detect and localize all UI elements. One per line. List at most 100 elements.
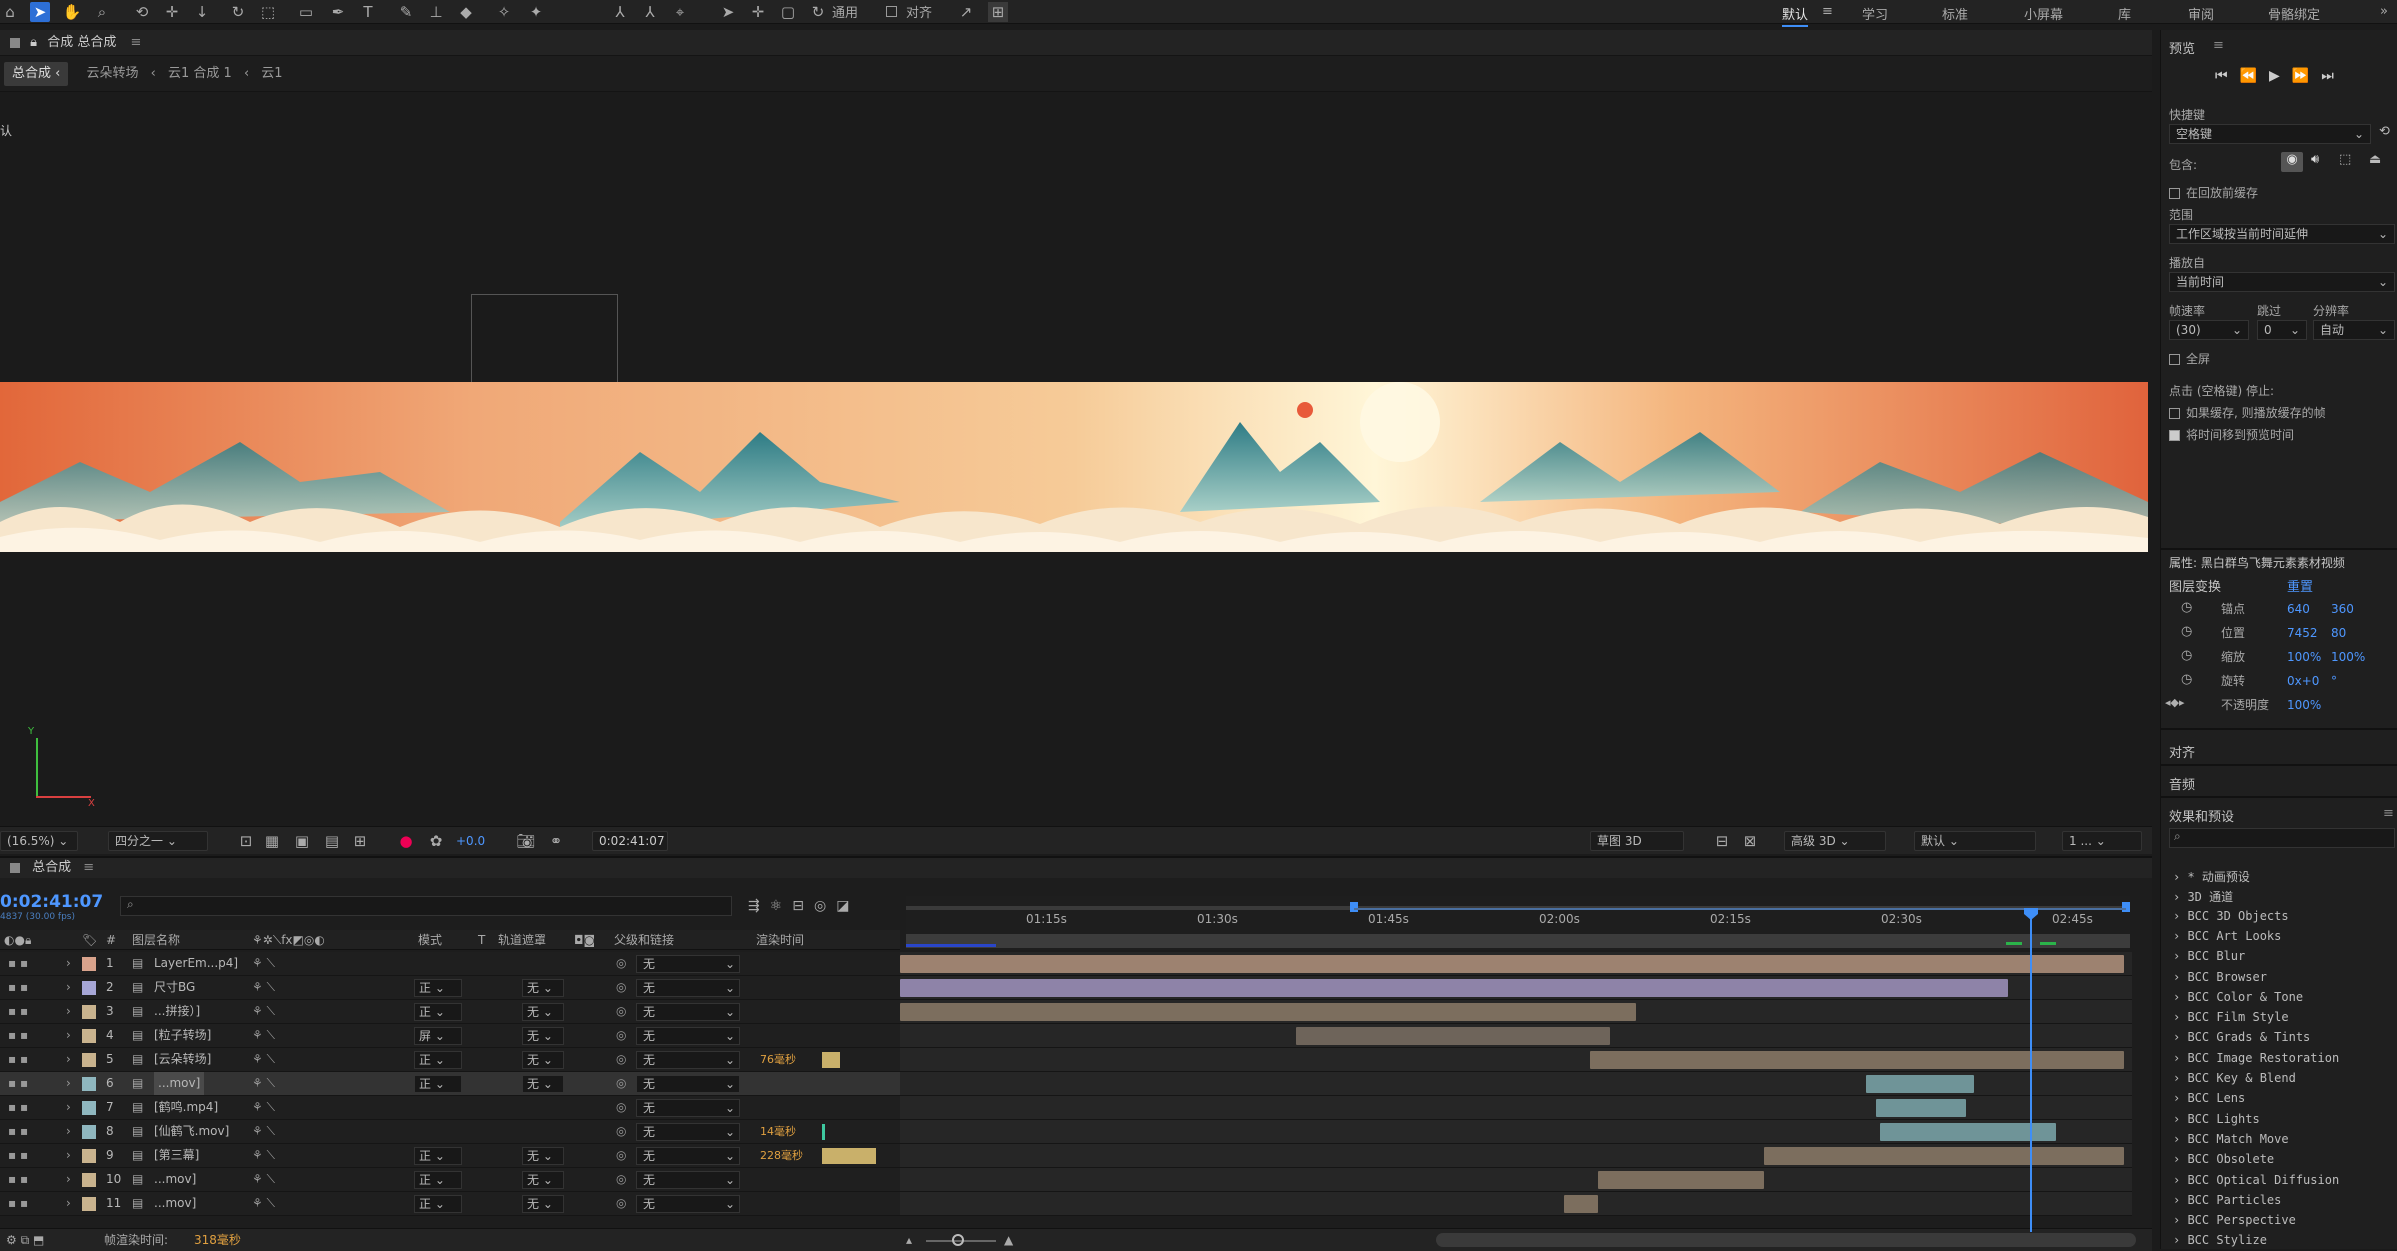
effect-category[interactable]: › BCC Match Move xyxy=(2173,1132,2289,1146)
show-snapshot-icon[interactable]: ⚭ xyxy=(546,831,566,851)
cache-before-option[interactable]: 在回放前缓存 xyxy=(2169,184,2258,201)
visibility-toggles[interactable]: ▪ ▪ xyxy=(8,976,28,999)
timeline-scrollbar[interactable] xyxy=(1436,1233,2136,1247)
parent-select[interactable]: 无 ⌄ xyxy=(636,1171,740,1189)
resolution-select[interactable]: 四分之一 ⌄ xyxy=(108,831,208,851)
visibility-toggles[interactable]: ▪ ▪ xyxy=(8,1096,28,1119)
blend-mode-select[interactable]: 正 ⌄ xyxy=(414,1171,462,1189)
position-y[interactable]: 80 xyxy=(2331,626,2346,640)
visibility-toggles[interactable]: ▪ ▪ xyxy=(8,1072,28,1095)
effect-category[interactable]: › BCC Image Restoration xyxy=(2173,1051,2339,1065)
layer-row[interactable]: ▪ ▪ › 1 ▤ LayerEm...p4] ⚘ ⟍ ◎ 无 ⌄ xyxy=(0,952,900,976)
expand-arrow-icon[interactable]: › xyxy=(66,1024,71,1047)
text-tool-icon[interactable]: T xyxy=(358,2,378,22)
pick-whip-icon[interactable]: ◎ xyxy=(616,1192,626,1215)
layer-switches[interactable]: ⚘ ⟍ xyxy=(252,976,275,999)
anchor-y[interactable]: 360 xyxy=(2331,602,2354,616)
label-color[interactable] xyxy=(82,1197,96,1211)
label-color[interactable] xyxy=(82,1101,96,1115)
align-panel-title[interactable]: 对齐 xyxy=(2169,742,2195,761)
effect-category[interactable]: › BCC Lights xyxy=(2173,1112,2260,1126)
layer-switches[interactable]: ⚘ ⟍ xyxy=(252,1192,275,1215)
rotate-3d-icon[interactable]: ↻ xyxy=(808,2,828,22)
label-color[interactable] xyxy=(82,981,96,995)
next-frame-icon[interactable]: ⏩ xyxy=(2292,68,2321,84)
crumb-cloud-transition[interactable]: 云朵转场 xyxy=(87,66,139,81)
zoom-select[interactable]: (16.5%) ⌄ xyxy=(0,831,78,851)
workspace-more-icon[interactable]: » xyxy=(2380,4,2388,19)
layer-track[interactable] xyxy=(900,1192,2132,1216)
label-color[interactable] xyxy=(82,1125,96,1139)
zoom-slider-knob[interactable] xyxy=(952,1234,964,1246)
layer-track[interactable] xyxy=(900,1096,2132,1120)
expand-arrow-icon[interactable]: › xyxy=(66,1168,71,1191)
position-x[interactable]: 7452 xyxy=(2287,626,2318,640)
track-matte-select[interactable]: 无 ⌄ xyxy=(522,1051,564,1069)
layer-name[interactable]: [粒子转场] xyxy=(154,1024,211,1047)
anchor-x[interactable]: 640 xyxy=(2287,602,2310,616)
layer-switches[interactable]: ⚘ ⟍ xyxy=(252,1072,275,1095)
layer-name[interactable]: [第三幕] xyxy=(154,1144,199,1167)
grid-icon[interactable]: ⊞ xyxy=(350,831,370,851)
snapshot-icon[interactable]: 📷︎ xyxy=(516,831,536,851)
motion-blur-icon[interactable]: ◪ xyxy=(836,898,859,914)
label-color[interactable] xyxy=(82,1029,96,1043)
effect-category[interactable]: › BCC Browser xyxy=(2173,970,2267,984)
layer-row[interactable]: ▪ ▪ › 11 ▤ ...mov] ⚘ ⟍ 正 ⌄ 无 ⌄ ◎ 无 ⌄ xyxy=(0,1192,900,1216)
zoom-out-icon[interactable]: ▴ xyxy=(906,1229,912,1251)
rectangle-tool-icon[interactable]: ▭ xyxy=(296,2,316,22)
layer-row[interactable]: ▪ ▪ › 2 ▤ 尺寸BG ⚘ ⟍ 正 ⌄ 无 ⌄ ◎ 无 ⌄ xyxy=(0,976,900,1000)
playhead-line[interactable] xyxy=(2030,918,2032,1232)
work-area-start-handle[interactable] xyxy=(1350,902,1358,912)
pick-whip-icon[interactable]: ◎ xyxy=(616,952,626,975)
pick-whip-icon[interactable]: ◎ xyxy=(616,976,626,999)
play-cached-option[interactable]: 如果缓存, 则播放缓存的帧 xyxy=(2169,404,2326,421)
layer-track[interactable] xyxy=(900,1024,2132,1048)
timeline-title[interactable]: 总合成 xyxy=(32,860,71,875)
expand-arrow-icon[interactable]: › xyxy=(66,1096,71,1119)
crumb-cloud1-comp1[interactable]: 云1 合成 1 xyxy=(168,66,232,81)
label-color[interactable] xyxy=(82,1005,96,1019)
parent-select[interactable]: 无 ⌄ xyxy=(636,1123,740,1141)
panel-close-icon[interactable] xyxy=(10,862,20,873)
pen-tool-icon[interactable]: ✒ xyxy=(328,2,348,22)
comp-preview-image[interactable] xyxy=(0,382,2148,552)
label-color[interactable] xyxy=(82,1149,96,1163)
layer-search-input[interactable]: ⌕ xyxy=(120,896,732,916)
play-icon[interactable]: ▶ xyxy=(2269,68,2292,84)
view-select[interactable]: 默认 ⌄ xyxy=(1914,831,2036,851)
viewer-timecode[interactable]: 0:02:41:07 xyxy=(592,831,668,851)
blend-mode-select[interactable]: 正 ⌄ xyxy=(414,1051,462,1069)
prev-frame-icon[interactable]: ⏪ xyxy=(2240,68,2269,84)
workspace-review[interactable]: 审阅 xyxy=(2188,4,2214,23)
guides-icon[interactable]: ▤ xyxy=(322,831,342,851)
color-channels-icon[interactable]: ● xyxy=(396,831,416,851)
parent-select[interactable]: 无 ⌄ xyxy=(636,1147,740,1165)
layer-row[interactable]: ▪ ▪ › 3 ▤ ...拼接）] ⚘ ⟍ 正 ⌄ 无 ⌄ ◎ 无 ⌄ xyxy=(0,1000,900,1024)
visibility-toggles[interactable]: ▪ ▪ xyxy=(8,1048,28,1071)
expand-arrow-icon[interactable]: › xyxy=(66,1048,71,1071)
fps-select[interactable]: (30) ⌄ xyxy=(2169,320,2249,340)
track-matte-select[interactable]: 无 ⌄ xyxy=(522,1195,564,1213)
crumb-cloud1[interactable]: 云1 xyxy=(261,66,282,81)
layer-track[interactable] xyxy=(900,1000,2132,1024)
transparency-grid-icon[interactable]: ▦ xyxy=(262,831,282,851)
track-matte-select[interactable]: 无 ⌄ xyxy=(522,1171,564,1189)
work-area-end-handle[interactable] xyxy=(2122,902,2130,912)
layer-name[interactable]: ...mov] xyxy=(154,1168,196,1191)
hand-tool-icon[interactable]: ✋ xyxy=(62,2,82,22)
lock-icon[interactable]: 🔒︎ xyxy=(30,35,37,50)
panel-menu-icon[interactable]: ≡ xyxy=(130,35,141,50)
blend-mode-select[interactable]: 正 ⌄ xyxy=(414,1147,462,1165)
visibility-toggles[interactable]: ▪ ▪ xyxy=(8,1120,28,1143)
track-matte-select[interactable]: 无 ⌄ xyxy=(522,1003,564,1021)
exposure-value[interactable]: +0.0 xyxy=(456,834,485,848)
workspace-library[interactable]: 库 xyxy=(2118,4,2131,23)
workspace-small-screen[interactable]: 小屏幕 xyxy=(2024,4,2063,23)
layer-duration-bar[interactable] xyxy=(900,979,2008,997)
layer-switches[interactable]: ⚘ ⟍ xyxy=(252,1144,275,1167)
layer-name[interactable]: [云朵转场] xyxy=(154,1048,211,1071)
anchor-tool-icon[interactable]: ⬚ xyxy=(258,2,278,22)
layer-switches[interactable]: ⚘ ⟍ xyxy=(252,1024,275,1047)
frame-blend-icon[interactable]: ◎ xyxy=(814,898,836,914)
